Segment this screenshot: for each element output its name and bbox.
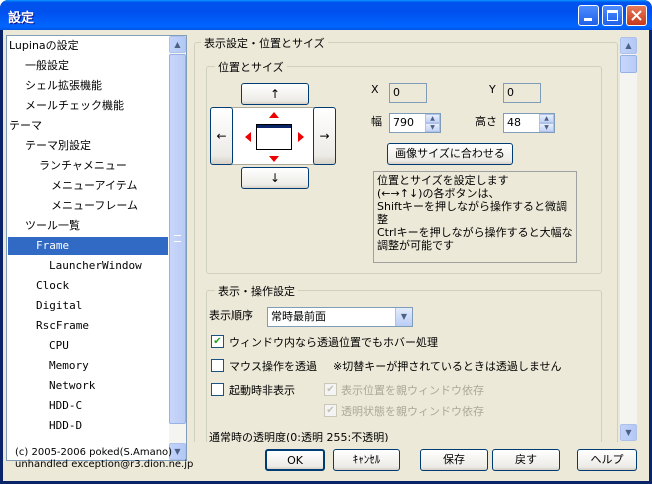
move-right-button[interactable]: →	[313, 107, 336, 165]
cancel-button[interactable]: ｷｬﾝｾﾙ	[333, 449, 400, 471]
tree-item-theme[interactable]: テーマ	[9, 117, 42, 135]
hide-on-start-label: 起動時非表示	[229, 384, 295, 397]
size-right-marker-icon[interactable]	[298, 132, 304, 142]
settings-panel: 表示設定・位置とサイズ 位置とサイズ ← → ↑ ↓ X 0 Y 0 幅 790…	[194, 32, 620, 442]
x-label: X	[371, 83, 379, 96]
tree-item-clock[interactable]: Clock	[36, 277, 69, 295]
mouse-transparent-checkbox[interactable]	[211, 359, 224, 372]
tree-item-general[interactable]: 一般設定	[25, 57, 69, 75]
alpha-depends-parent-label: 透明状態を親ウィンドウ依存	[341, 405, 484, 418]
tree-item-frame[interactable]: Frame	[8, 237, 168, 255]
spin-up-icon[interactable]: ▲	[539, 114, 554, 123]
maximize-button[interactable]	[602, 5, 623, 26]
copyright-text: (c) 2005-2006 poked(S.Amano)	[15, 447, 173, 458]
chevron-up-icon: ▲	[174, 40, 181, 49]
tree-scrollbar[interactable]: ▲ ▼	[169, 36, 186, 460]
title-bar[interactable]: 設定	[0, 0, 652, 30]
alpha-depends-parent-checkbox[interactable]: ✔	[324, 404, 337, 417]
fit-image-size-button[interactable]: 画像サイズに合わせる	[387, 143, 513, 165]
window-title: 設定	[8, 11, 35, 26]
size-down-marker-icon[interactable]	[269, 156, 279, 162]
dropdown-arrow-icon[interactable]: ▼	[395, 308, 412, 326]
move-up-button[interactable]: ↑	[241, 83, 309, 105]
chevron-down-icon: ▼	[174, 447, 181, 456]
close-button[interactable]	[626, 5, 647, 26]
grip-icon	[174, 235, 181, 242]
height-spinner[interactable]: ▲ ▼	[539, 114, 554, 132]
hide-on-start-checkbox[interactable]	[211, 383, 224, 396]
chevron-up-icon: ▲	[625, 41, 632, 50]
tree-item-mail-check[interactable]: メールチェック機能	[25, 97, 124, 115]
position-help-text: 位置とサイズを設定します (←→↑↓)の各ボタンは、 Shiftキーを押しながら…	[373, 171, 577, 263]
size-up-marker-icon[interactable]	[269, 112, 279, 118]
width-spinner[interactable]: ▲ ▼	[425, 114, 440, 132]
x-field[interactable]: 0	[389, 83, 427, 103]
y-field[interactable]: 0	[503, 83, 541, 103]
tree-item-menu-frame[interactable]: メニューフレーム	[51, 197, 138, 215]
contact-email: unhandled exception@r3.dion.ne.jp	[15, 459, 194, 470]
tree-scroll-up-button[interactable]: ▲	[169, 36, 186, 53]
dialog-body: Lupinaの設定 一般設定 シェル拡張機能 メールチェック機能 テーマ テーマ…	[3, 30, 649, 481]
y-label: Y	[489, 83, 496, 96]
tree-item-theme-settings[interactable]: テーマ別設定	[25, 137, 91, 155]
tree-item-launcher-window[interactable]: LauncherWindow	[49, 257, 142, 275]
tree-item-launcher-menu[interactable]: ランチャメニュー	[39, 157, 127, 175]
hover-in-transparent-label: ウィンドウ内なら透過位置でもホバー処理	[229, 336, 438, 349]
opacity-label: 通常時の透明度(0:透明 255:不透明)	[209, 431, 389, 442]
panel-scroll-up-button[interactable]: ▲	[620, 37, 637, 54]
display-operation-title: 表示・操作設定	[215, 283, 298, 299]
panel-scroll-thumb[interactable]	[620, 55, 637, 73]
tree-item-hdd-d[interactable]: HDD-D	[49, 417, 82, 435]
save-button[interactable]: 保存	[420, 449, 488, 471]
close-icon	[631, 10, 642, 21]
pos-depends-parent-checkbox[interactable]: ✔	[324, 383, 337, 396]
height-field[interactable]: 48 ▲ ▼	[503, 113, 555, 133]
position-size-group: 位置とサイズ ← → ↑ ↓ X 0 Y 0 幅 790 ▲ ▼ 高さ 48 ▲…	[206, 59, 602, 274]
tree-item-tool-list[interactable]: ツール一覧	[25, 217, 80, 235]
display-order-select[interactable]: 常時最前面 ▼	[267, 307, 413, 327]
window-preview	[256, 124, 292, 150]
tree-item-cpu[interactable]: CPU	[49, 337, 69, 355]
display-order-label: 表示順序	[209, 309, 253, 322]
tree-item-network[interactable]: Network	[49, 377, 95, 395]
height-label: 高さ	[475, 115, 497, 128]
spin-up-icon[interactable]: ▲	[425, 114, 440, 123]
settings-window: 設定 Lupinaの設定 一般設定 シェル拡張機能 メールチェック機能 テーマ …	[0, 0, 652, 484]
tree-item-lupina-settings[interactable]: Lupinaの設定	[9, 37, 79, 55]
minimize-button[interactable]	[578, 5, 599, 26]
tree-item-memory[interactable]: Memory	[49, 357, 89, 375]
size-left-marker-icon[interactable]	[245, 132, 251, 142]
width-field[interactable]: 790 ▲ ▼	[389, 113, 441, 133]
spin-down-icon[interactable]: ▼	[539, 123, 554, 132]
tree-item-shell-extension[interactable]: シェル拡張機能	[25, 77, 102, 95]
settings-tree[interactable]: Lupinaの設定 一般設定 シェル拡張機能 メールチェック機能 テーマ テーマ…	[6, 35, 187, 461]
display-operation-group: 表示・操作設定 表示順序 常時最前面 ▼ ✔ ウィンドウ内なら透過位置でもホバー…	[206, 283, 602, 442]
move-down-button[interactable]: ↓	[241, 167, 309, 189]
tree-item-hdd-c[interactable]: HDD-C	[49, 397, 82, 415]
maximize-icon	[607, 10, 618, 21]
minimize-icon	[584, 18, 592, 21]
help-button[interactable]: ヘルプ	[577, 449, 637, 471]
tree-item-menu-item[interactable]: メニューアイテム	[51, 177, 137, 195]
position-size-title: 位置とサイズ	[215, 59, 287, 75]
spin-down-icon[interactable]: ▼	[425, 123, 440, 132]
tree-item-digital[interactable]: Digital	[36, 297, 82, 315]
ok-button[interactable]: OK	[265, 449, 325, 471]
chevron-down-icon: ▼	[625, 428, 632, 437]
width-label: 幅	[371, 115, 382, 128]
tree-item-rscframe[interactable]: RscFrame	[36, 317, 89, 335]
panel-scrollbar[interactable]: ▲ ▼	[620, 37, 637, 441]
panel-title: 表示設定・位置とサイズ	[201, 35, 328, 51]
window-preview-titlebar	[257, 125, 291, 128]
tree-scroll-thumb[interactable]	[169, 54, 186, 424]
mouse-transparent-note: ※切替キーが押されているときは透過しません	[333, 360, 562, 373]
panel-scroll-down-button[interactable]: ▼	[620, 424, 637, 441]
mouse-transparent-label: マウス操作を透過	[229, 360, 317, 373]
hover-in-transparent-checkbox[interactable]: ✔	[211, 335, 224, 348]
pos-depends-parent-label: 表示位置を親ウィンドウ依存	[341, 384, 484, 397]
revert-button[interactable]: 戻す	[492, 449, 560, 471]
move-left-button[interactable]: ←	[210, 107, 233, 165]
